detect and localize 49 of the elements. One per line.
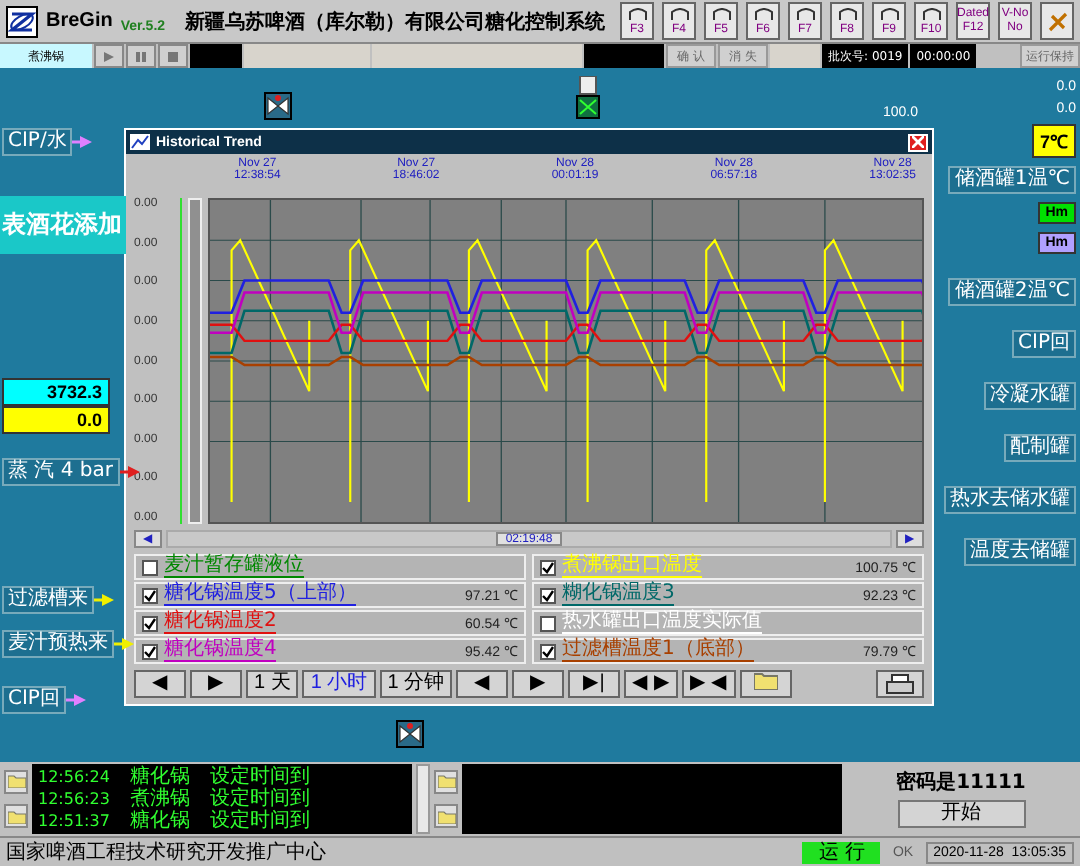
time-nav-button[interactable]: 1 小时 [302,670,376,698]
pipe-label[interactable]: CIP/水 [2,128,73,156]
pipe-label[interactable]: 储酒罐2温℃ [948,278,1076,306]
alarm-unit: 煮沸锅 [129,788,190,810]
time-nav-button[interactable]: 1 分钟 [379,670,453,698]
alarm-unit: 糖化锅 [129,810,190,832]
alarm-time: 12:51:37 [38,810,110,832]
brand-name: BreGin [46,10,113,32]
window-title: 新疆乌苏啤酒（库尔勒）有限公司糖化控制系统 [185,8,608,35]
pipe-label[interactable]: CIP回 [2,686,66,714]
time-nav-button[interactable]: ◀ [134,670,186,698]
time-nav-button[interactable]: ◀ [456,670,509,698]
time-nav-button[interactable]: ▶| [568,670,621,698]
pipe-label[interactable]: 蒸 汽 4 bar [2,458,119,486]
time-nav-button[interactable]: 1 天 [246,670,299,698]
series-name: 煮沸锅出口温度 [562,556,702,578]
pipe-label[interactable]: 储酒罐1温℃ [948,166,1076,194]
alarm-message: 设定时间到 [209,766,310,788]
pipe-label[interactable]: 冷凝水罐 [984,382,1076,410]
series-name: 糖化锅温度4 [164,640,277,662]
series-name: 糖化锅温度5（上部） [164,584,357,606]
pipe-label[interactable]: CIP回 [1012,330,1076,358]
time-nav-button[interactable]: ▶ ◀ [681,670,736,698]
start-button[interactable]: 开始 [897,799,1025,827]
series-name: 糖化锅温度2 [164,612,277,634]
time-nav-button[interactable]: ▶ [512,670,565,698]
alarm-time: 12:56:23 [38,788,110,810]
alarm-message: 设定时间到 [209,810,310,832]
run-status: 运 行 [802,841,881,863]
alarm-time: 12:56:24 [38,766,110,788]
pipe-label[interactable]: 温度去储罐 [964,538,1076,566]
alarm-unit: 糖化锅 [129,766,190,788]
reading-value: 3732.3 [2,378,110,406]
series-name: 过滤槽温度1（底部） [562,640,755,662]
status-tag: 7℃ [1031,124,1076,158]
alarm-message: 设定时间到 [209,788,310,810]
pipe-label[interactable]: 过滤槽来 [2,586,94,614]
time-nav-button[interactable]: ◀ ▶ [624,670,678,698]
pipe-label[interactable]: 热水去储水罐 [944,486,1076,514]
series-name: 热水罐出口温度实际值 [562,612,762,634]
pipe-label[interactable]: 配制罐 [1004,434,1076,462]
hop-addition-label: 表酒花添加 [0,196,126,254]
organization-name: 国家啤酒工程技术研究开发推广中心 [6,839,328,866]
series-name: 麦汁暂存罐液位 [164,556,304,578]
pipe-label[interactable]: 麦汁预热来 [2,630,114,658]
password-note: 密码是11111 [896,771,1026,793]
reading-value: 0.0 [2,406,110,434]
series-name: 糊化锅温度3 [562,584,675,606]
time-nav-button[interactable]: ▶ [190,670,242,698]
